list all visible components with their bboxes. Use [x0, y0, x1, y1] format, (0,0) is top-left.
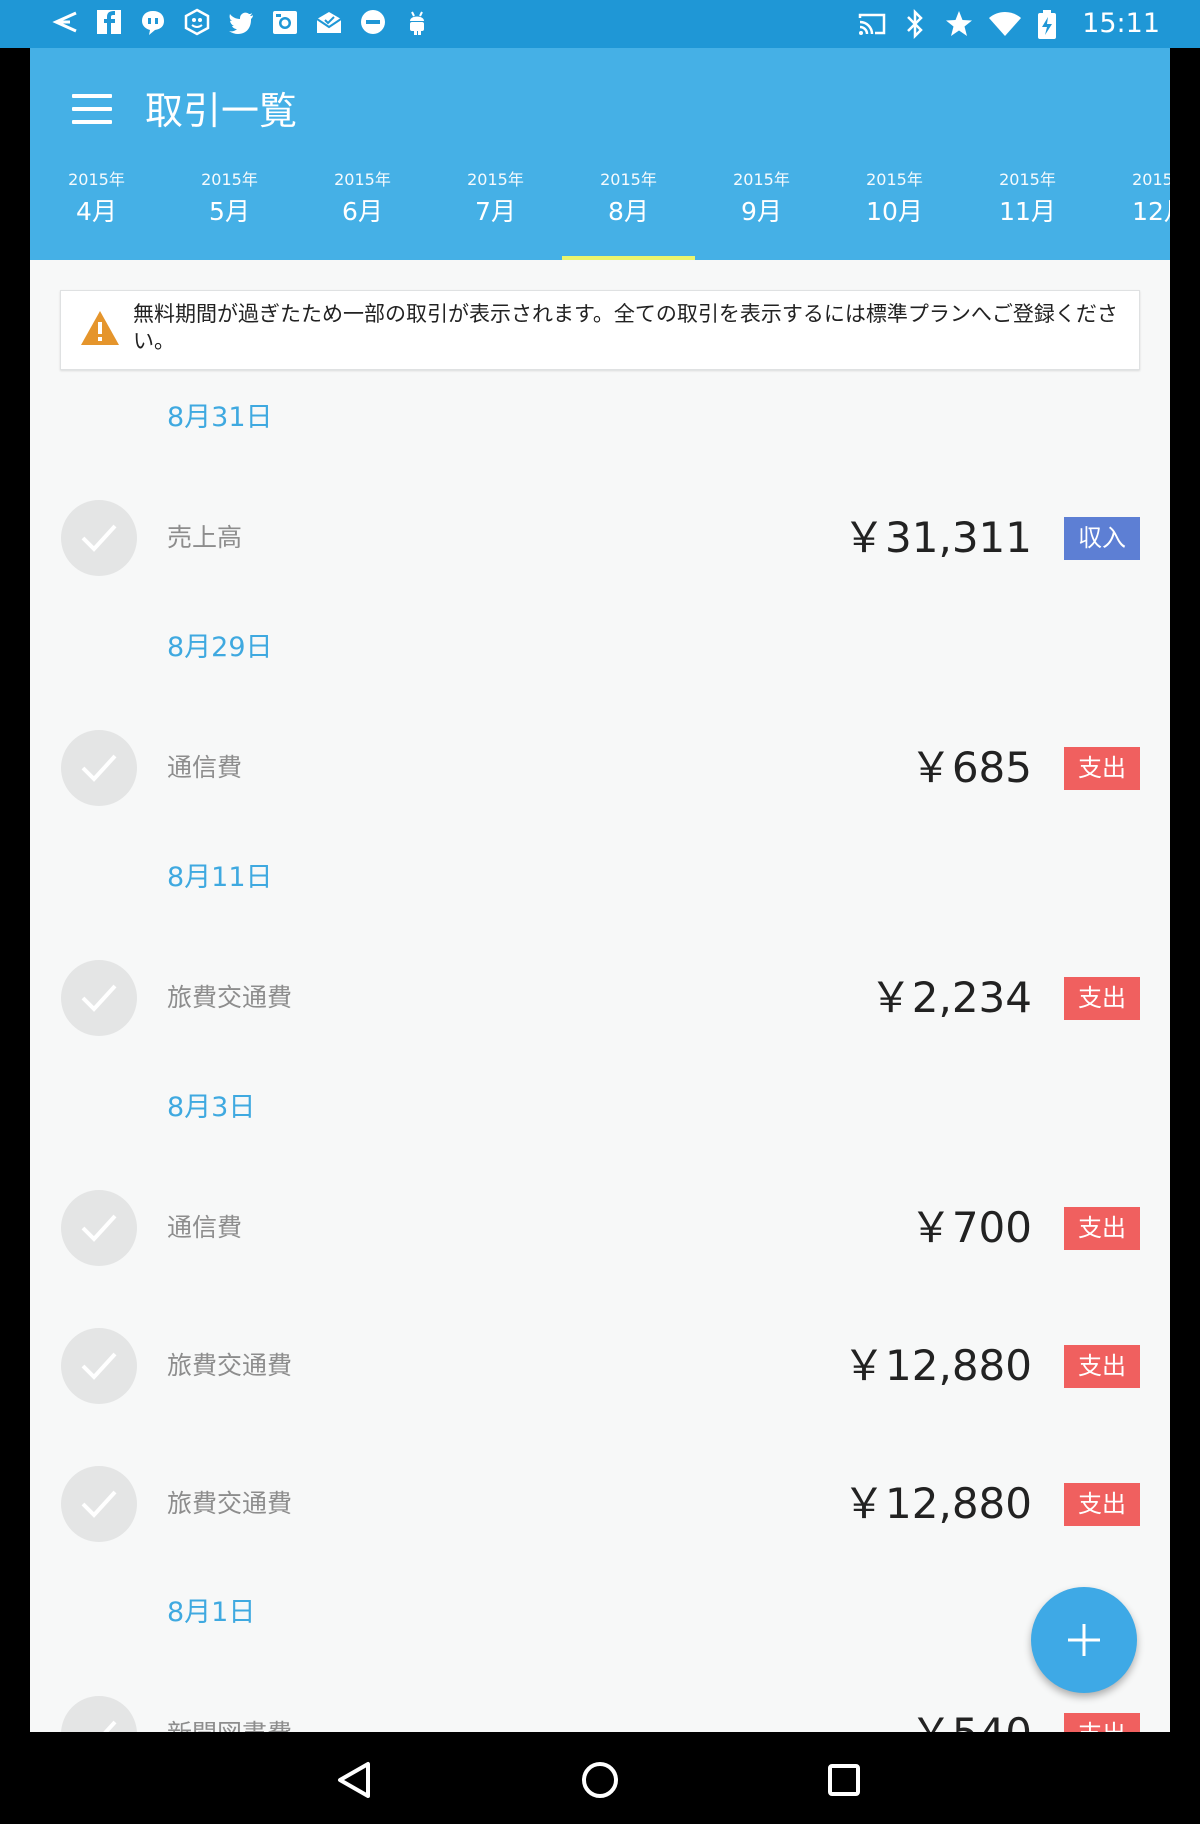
- date-header: 8月11日: [167, 862, 273, 893]
- back-triangle-icon[interactable]: [328, 1752, 384, 1808]
- transaction-amount: ￥12,880: [843, 1479, 1032, 1528]
- navigation-bar: [0, 1732, 1200, 1824]
- tab-year: 2015年: [68, 170, 125, 189]
- transaction-category: 売上高: [167, 523, 243, 552]
- transaction-category: 通信費: [167, 1213, 243, 1242]
- transaction-amount: ￥700: [909, 1203, 1032, 1252]
- tab-month-may[interactable]: 2015年 5月: [163, 166, 296, 260]
- check-icon[interactable]: [61, 960, 137, 1036]
- add-transaction-button[interactable]: [1031, 1587, 1137, 1693]
- twitter-icon: [226, 7, 256, 37]
- date-header: 8月31日: [167, 402, 273, 433]
- trial-expired-notice: 無料期間が過ぎたため一部の取引が表示されます。全ての取引を表示するには標準プラン…: [60, 290, 1140, 370]
- home-circle-icon[interactable]: [572, 1752, 628, 1808]
- facebook-icon: [94, 7, 124, 37]
- toolbar: 取引一覧 2015年 4月 2015年 5月 2015年 6月 2015年 7月…: [30, 48, 1170, 260]
- wifi-icon: [988, 8, 1022, 40]
- system-icons: 15:11: [856, 6, 1160, 42]
- battery-charging-icon: [1032, 8, 1062, 40]
- check-icon[interactable]: [61, 500, 137, 576]
- tab-month: 8月: [608, 197, 649, 226]
- month-tabs: 2015年 4月 2015年 5月 2015年 6月 2015年 7月 2015…: [30, 166, 1170, 260]
- income-badge: 収入: [1064, 517, 1140, 560]
- tab-year: 2015年: [733, 170, 790, 189]
- warning-icon: [79, 309, 121, 347]
- expense-badge: 支出: [1064, 1207, 1140, 1250]
- transaction-amount: ￥31,311: [843, 513, 1032, 562]
- cast-icon: [856, 8, 886, 40]
- back-arrow-icon: [50, 7, 80, 37]
- tab-year: 2015年: [999, 170, 1056, 189]
- transaction-category: 旅費交通費: [167, 1351, 293, 1380]
- transaction-row[interactable]: 売上高 ￥31,311 収入: [30, 488, 1170, 588]
- tab-month-july[interactable]: 2015年 7月: [429, 166, 562, 260]
- notice-text: 無料期間が過ぎたため一部の取引が表示されます。全ての取引を表示するには標準プラン…: [133, 302, 1118, 353]
- recents-square-icon[interactable]: [816, 1752, 872, 1808]
- status-bar: 15:11: [0, 0, 1200, 48]
- expense-badge: 支出: [1064, 1345, 1140, 1388]
- transaction-row[interactable]: 通信費 ￥685 支出: [30, 718, 1170, 818]
- tab-month: 6月: [342, 197, 383, 226]
- check-icon[interactable]: [61, 1696, 137, 1732]
- tab-year: 2015年: [467, 170, 524, 189]
- transaction-category: 通信費: [167, 753, 243, 782]
- bluetooth-icon: [900, 8, 930, 40]
- transaction-amount: ￥2,234: [869, 973, 1032, 1022]
- check-icon[interactable]: [61, 1466, 137, 1542]
- transaction-category: 旅費交通費: [167, 983, 293, 1012]
- tab-month-august[interactable]: 2015年 8月: [562, 166, 695, 260]
- tab-month: 9月: [741, 197, 782, 226]
- transaction-amount: ￥685: [909, 743, 1032, 792]
- expense-badge: 支出: [1064, 1713, 1140, 1732]
- transaction-category: 旅費交通費: [167, 1489, 293, 1518]
- transaction-row[interactable]: 新聞図書費 ￥540 支出: [30, 1684, 1170, 1732]
- tab-month: 10月: [866, 197, 923, 226]
- transaction-category: 新聞図書費: [167, 1714, 292, 1732]
- tab-year: 2015年: [1132, 170, 1170, 189]
- tab-month-september[interactable]: 2015年 9月: [695, 166, 828, 260]
- date-header: 8月29日: [167, 632, 273, 663]
- sticker-icon: [182, 7, 212, 37]
- check-icon[interactable]: [61, 1190, 137, 1266]
- expense-badge: 支出: [1064, 1483, 1140, 1526]
- transaction-amount: ￥540: [910, 1706, 1032, 1732]
- tab-year: 2015年: [600, 170, 657, 189]
- tab-month-april[interactable]: 2015年 4月: [30, 166, 163, 260]
- tab-month-october[interactable]: 2015年 10月: [828, 166, 961, 260]
- tab-month: 11月: [999, 197, 1056, 226]
- page-title: 取引一覧: [145, 89, 298, 133]
- tab-year: 2015年: [201, 170, 258, 189]
- hamburger-menu-icon[interactable]: [72, 94, 112, 124]
- tab-month-november[interactable]: 2015年 11月: [961, 166, 1094, 260]
- date-header: 8月1日: [167, 1597, 256, 1628]
- tab-year: 2015年: [866, 170, 923, 189]
- transaction-row[interactable]: 旅費交通費 ￥2,234 支出: [30, 948, 1170, 1048]
- transaction-row[interactable]: 通信費 ￥700 支出: [30, 1178, 1170, 1278]
- transaction-row[interactable]: 旅費交通費 ￥12,880 支出: [30, 1454, 1170, 1554]
- star-icon: [944, 8, 974, 40]
- transaction-row[interactable]: 旅費交通費 ￥12,880 支出: [30, 1316, 1170, 1416]
- clock: 15:11: [1082, 8, 1160, 39]
- tab-month-december[interactable]: 2015年 12月: [1094, 166, 1170, 260]
- tab-month: 4月: [76, 197, 117, 226]
- expense-badge: 支出: [1064, 977, 1140, 1020]
- check-icon[interactable]: [61, 730, 137, 806]
- chat-bubble-icon: [138, 7, 168, 37]
- do-not-disturb-icon: [358, 7, 388, 37]
- tab-month: 12月: [1132, 197, 1170, 226]
- tab-month: 7月: [475, 197, 516, 226]
- camera-icon: [270, 7, 300, 37]
- date-header: 8月3日: [167, 1092, 256, 1123]
- tab-month-june[interactable]: 2015年 6月: [296, 166, 429, 260]
- check-icon[interactable]: [61, 1328, 137, 1404]
- tab-month: 5月: [209, 197, 250, 226]
- tab-year: 2015年: [334, 170, 391, 189]
- app-window: 取引一覧 2015年 4月 2015年 5月 2015年 6月 2015年 7月…: [30, 48, 1170, 1732]
- notification-icons: [50, 7, 432, 37]
- android-icon: [402, 7, 432, 37]
- mail-icon: [314, 7, 344, 37]
- expense-badge: 支出: [1064, 747, 1140, 790]
- transaction-amount: ￥12,880: [843, 1341, 1032, 1390]
